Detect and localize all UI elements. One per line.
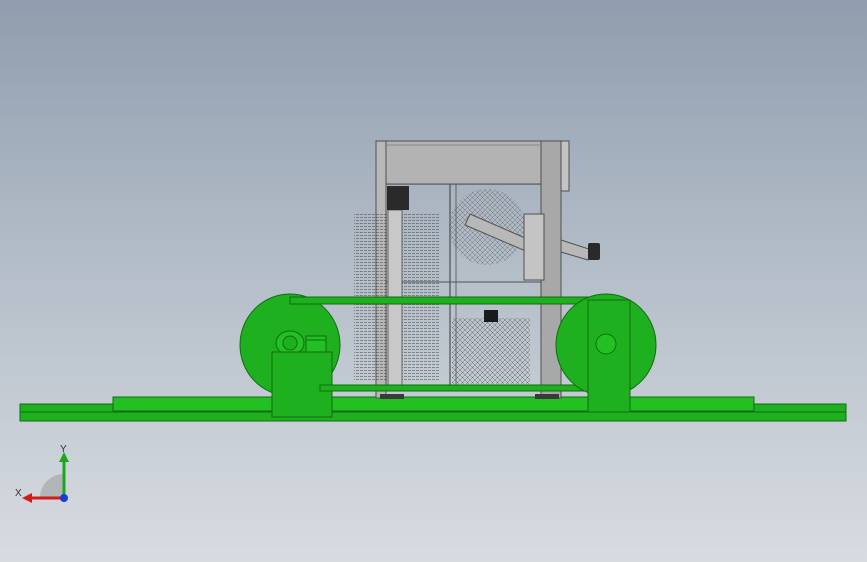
base-plate[interactable] [19, 396, 847, 422]
right-pulley-wheel[interactable] [555, 293, 657, 413]
needle-array [354, 186, 440, 387]
brush-roller [449, 189, 530, 384]
belt-upper [289, 296, 611, 305]
view-orientation-triad: Y X [12, 440, 82, 510]
triad-plane-icon [40, 474, 64, 498]
z-axis-icon [60, 494, 68, 502]
top-beam[interactable] [385, 140, 542, 185]
belt-lower [319, 384, 591, 392]
cad-viewport[interactable] [0, 0, 867, 562]
y-axis-label: Y [60, 444, 67, 455]
model-canvas[interactable] [0, 0, 867, 562]
x-axis-label: X [15, 488, 22, 499]
